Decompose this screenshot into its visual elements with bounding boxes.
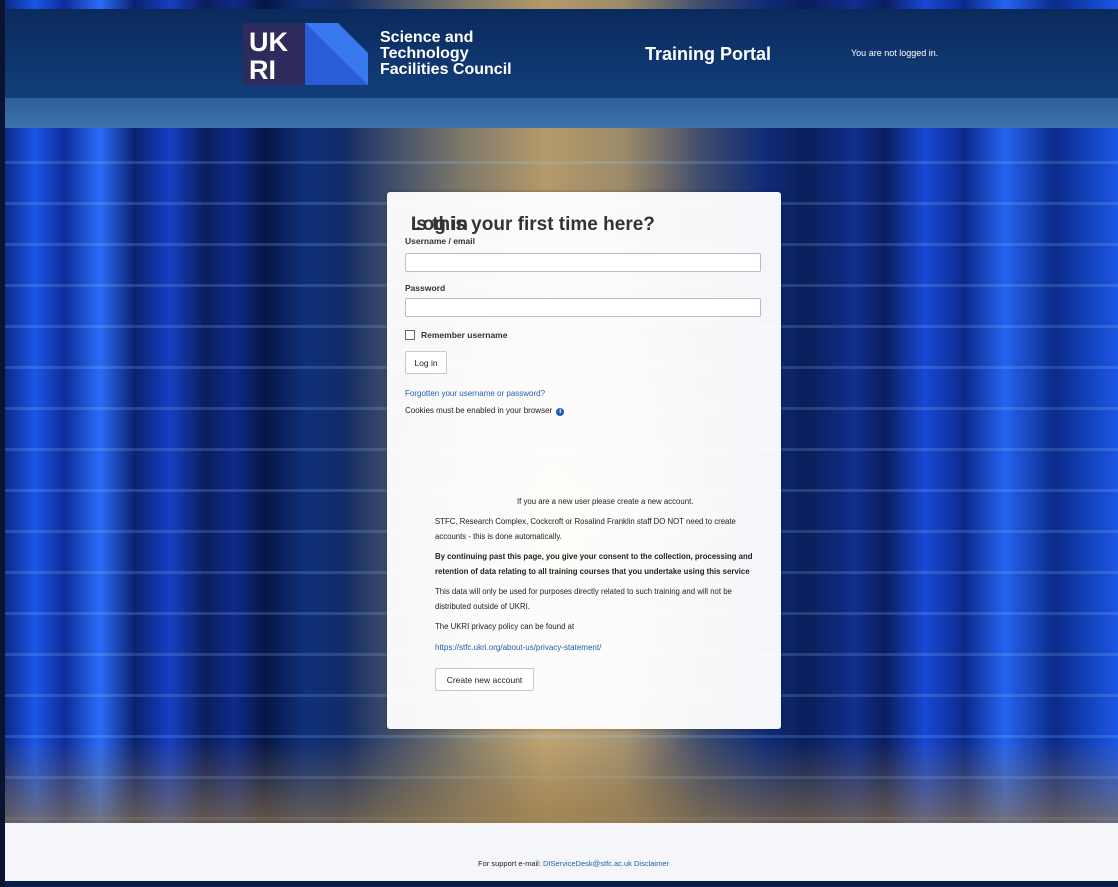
info-icon[interactable]: i (556, 408, 565, 416)
ukri-logo: UK RI (243, 23, 368, 85)
usage-line-2: distributed outside of UKRI. (435, 602, 530, 611)
first-time-title: Is this your first time here? (411, 214, 655, 235)
username-label: Username / email (405, 236, 475, 246)
remember-checkbox[interactable] (405, 330, 415, 340)
privacy-statement-link[interactable]: https://stfc.ukri.org/about-us/privacy-s… (435, 643, 601, 652)
remember-label: Remember username (421, 330, 508, 340)
disclaimer-link[interactable]: Disclaimer (634, 859, 669, 868)
usage-line-1: This data will only be used for purposes… (435, 587, 732, 596)
new-user-intro: If you are a new user please create a ne… (517, 497, 694, 506)
cookies-note-text: Cookies must be enabled in your browser (405, 406, 553, 415)
consent-line-1: By continuing past this page, you give y… (435, 552, 753, 561)
login-button[interactable]: Log in (405, 351, 447, 374)
username-input[interactable] (405, 253, 761, 272)
password-label: Password (405, 283, 446, 293)
remember-username[interactable]: Remember username (405, 330, 507, 340)
forgot-password-link[interactable]: Forgotten your username or password? (405, 389, 545, 398)
portal-title: Training Portal (645, 44, 772, 64)
password-input[interactable] (405, 298, 761, 317)
consent-line-2: retention of data relating to all traini… (435, 567, 750, 576)
site-footer: For support e-mail: DIServiceDesk@stfc.a… (5, 823, 1118, 881)
bottom-strip (5, 881, 1118, 887)
svg-text:RI: RI (249, 55, 276, 85)
navigation-bar (5, 98, 1118, 128)
privacy-note: The UKRI privacy policy can be found at (435, 622, 575, 631)
support-email-link[interactable]: DIServiceDesk@stfc.ac.uk (543, 859, 632, 868)
create-account-button[interactable]: Create new account (435, 668, 534, 691)
svg-text:UK: UK (249, 27, 288, 57)
staff-note-line-1: STFC, Research Complex, Cockcroft or Ros… (435, 517, 736, 526)
login-card: Log in Username / email Password Remembe… (387, 192, 781, 729)
login-status: You are not logged in. (851, 48, 939, 58)
support-text: For support e-mail: DIServiceDesk@stfc.a… (478, 859, 669, 868)
cookies-note: Cookies must be enabled in your browser i (405, 406, 565, 416)
site-header: UK RI Science and Technology Facilities … (5, 9, 1118, 98)
org-name: Science and Technology Facilities Counci… (380, 29, 512, 78)
support-prefix: For support e-mail: (478, 859, 541, 868)
staff-note-line-2: accounts - this is done automatically. (435, 532, 562, 541)
